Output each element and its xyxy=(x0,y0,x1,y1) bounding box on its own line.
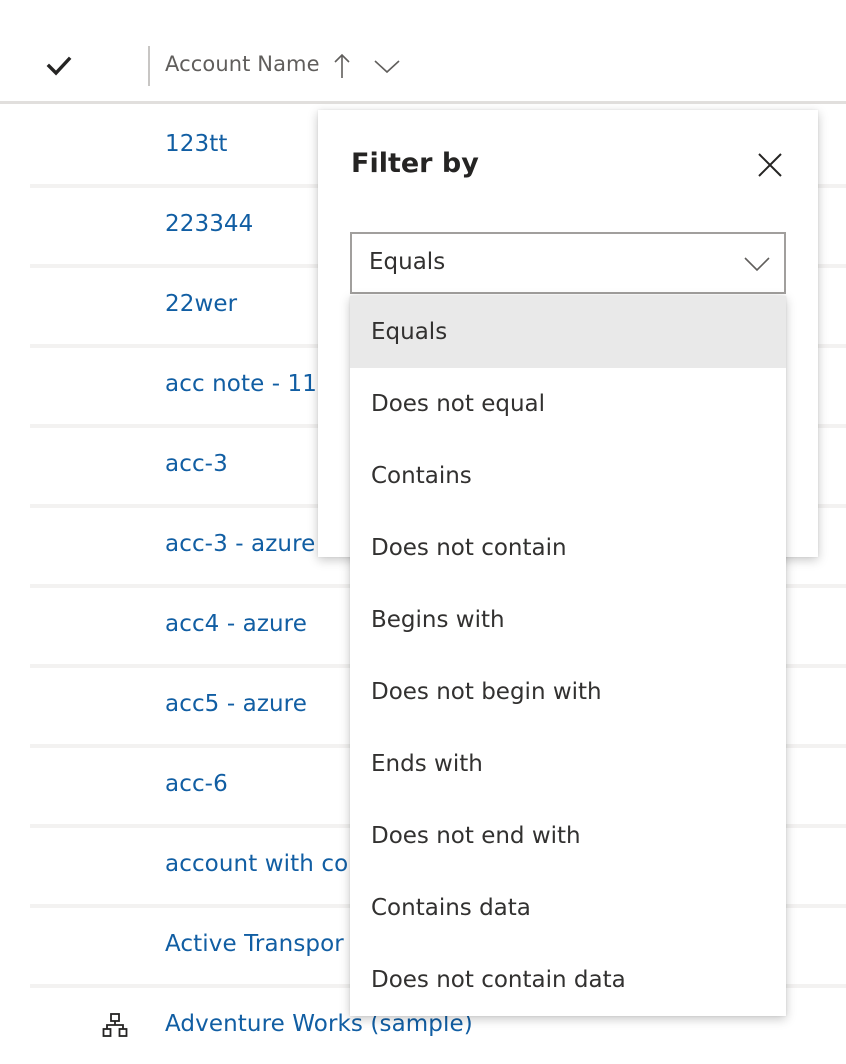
column-header-account-name[interactable]: Account Name xyxy=(165,52,320,76)
operator-option[interactable]: Does not contain data xyxy=(350,944,786,1016)
operator-select-value: Equals xyxy=(369,249,446,275)
account-name-link[interactable]: acc5 - azure xyxy=(165,691,307,717)
hierarchy-icon[interactable] xyxy=(102,1012,128,1038)
column-divider xyxy=(148,46,150,86)
account-name-link[interactable]: 22wer xyxy=(165,291,237,317)
operator-option[interactable]: Does not begin with xyxy=(350,656,786,728)
account-name-link[interactable]: account with co xyxy=(165,851,348,877)
close-icon[interactable] xyxy=(755,150,785,180)
chevron-down-icon xyxy=(744,257,770,272)
operator-option[interactable]: Begins with xyxy=(350,584,786,656)
account-name-link[interactable]: Active Transpor xyxy=(165,931,344,957)
operator-option[interactable]: Contains xyxy=(350,440,786,512)
chevron-down-icon[interactable] xyxy=(373,56,401,76)
operator-dropdown-list: Equals Does not equal Contains Does not con… xyxy=(350,296,786,1016)
account-name-link[interactable]: 123tt xyxy=(165,131,227,157)
operator-option[interactable]: Contains data xyxy=(350,872,786,944)
account-name-link[interactable]: acc-3 - azure xyxy=(165,531,315,557)
operator-option[interactable]: Does not equal xyxy=(350,368,786,440)
operator-select[interactable]: Equals xyxy=(350,232,786,294)
arrow-up-icon xyxy=(334,53,350,78)
operator-option[interactable]: Does not contain xyxy=(350,512,786,584)
account-name-link[interactable]: 223344 xyxy=(165,211,253,237)
operator-option[interactable]: Ends with xyxy=(350,728,786,800)
grid-header: Account Name xyxy=(0,0,846,104)
account-name-link[interactable]: acc4 - azure xyxy=(165,611,307,637)
operator-option[interactable]: Equals xyxy=(350,296,786,368)
account-name-link[interactable]: acc-6 xyxy=(165,771,228,797)
checkmark-icon[interactable] xyxy=(46,55,72,77)
account-name-link[interactable]: acc note - 11 xyxy=(165,371,317,397)
filter-panel-title: Filter by xyxy=(351,148,479,179)
operator-option[interactable]: Does not end with xyxy=(350,800,786,872)
account-name-link[interactable]: acc-3 xyxy=(165,451,228,477)
